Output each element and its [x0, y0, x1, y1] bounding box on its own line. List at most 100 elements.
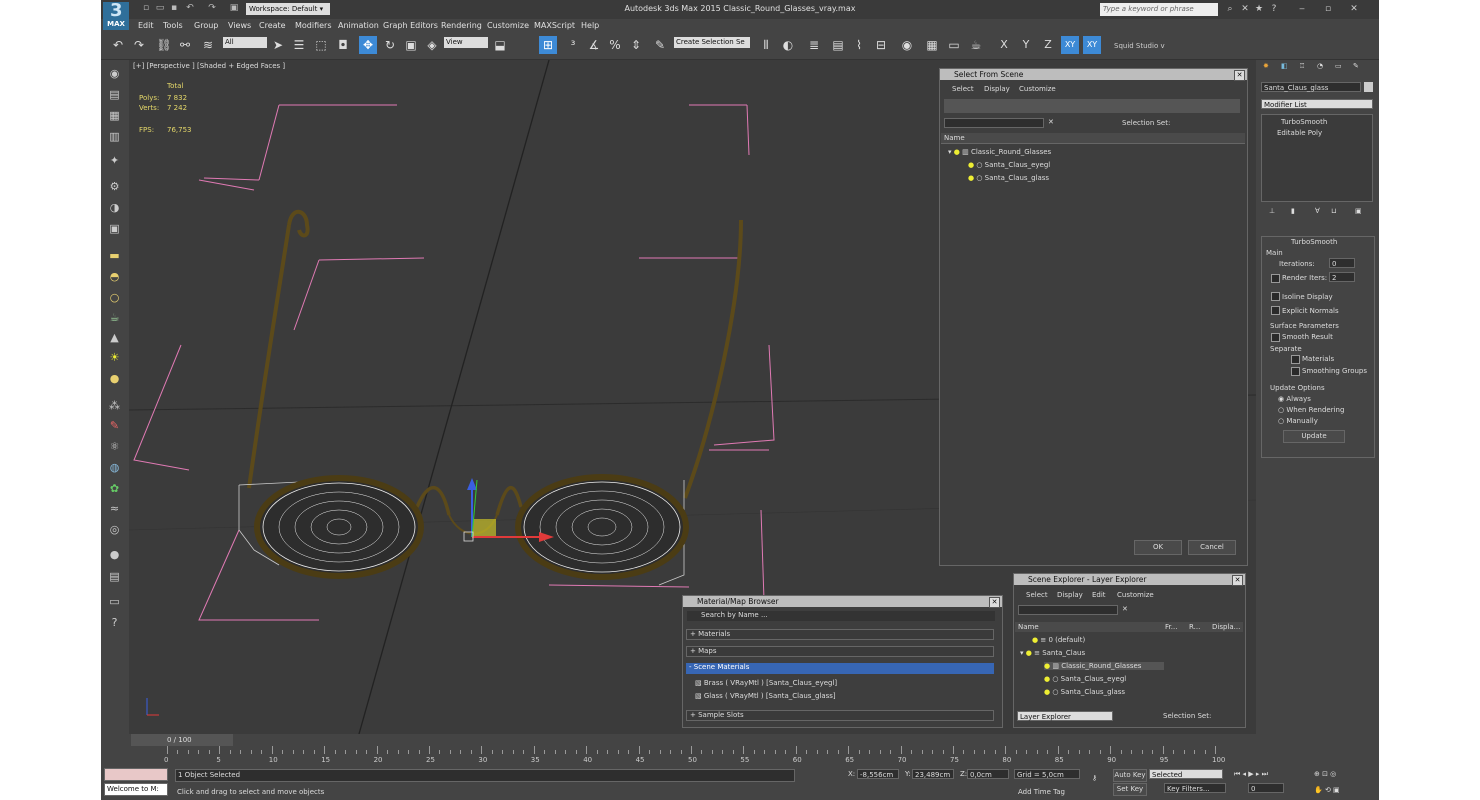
material-item-brass[interactable]: ▧ Brass ( VRayMtl ) [Santa_Claus_eyegl]: [695, 679, 837, 687]
menu-animation[interactable]: Animation: [338, 21, 379, 30]
selection-filter-dropdown[interactable]: All: [223, 37, 267, 48]
plant-icon[interactable]: ✿: [107, 481, 122, 496]
table-icon[interactable]: ▤: [107, 569, 122, 584]
ball-icon[interactable]: ●: [107, 547, 122, 562]
menu-rendering[interactable]: Rendering: [441, 21, 482, 30]
menu-create[interactable]: Create: [259, 21, 286, 30]
layer-explorer-dropdown[interactable]: Layer Explorer: [1017, 711, 1113, 721]
pivot-center-icon[interactable]: ⬓: [491, 36, 509, 54]
shell-icon[interactable]: ◎: [107, 522, 122, 537]
always-radio[interactable]: ◉ Always: [1278, 395, 1311, 403]
render-setup-icon[interactable]: ▦: [923, 36, 941, 54]
mirror-icon[interactable]: ⫴: [757, 36, 775, 54]
modify-tab-icon[interactable]: ◧: [1281, 62, 1288, 70]
explicit-normals-checkbox[interactable]: [1271, 306, 1280, 315]
menu-help[interactable]: Help: [581, 21, 599, 30]
menu-graph-editors[interactable]: Graph Editors: [383, 21, 438, 30]
close-window-icon[interactable]: ✕: [1349, 4, 1359, 14]
teapot-icon[interactable]: ☕: [107, 310, 122, 325]
y-coordinate-field[interactable]: 23,489cm: [912, 769, 954, 779]
object-name-field[interactable]: Santa_Claus_glass: [1261, 82, 1361, 92]
key-mode-dropdown[interactable]: Selected: [1149, 769, 1223, 779]
grid-icon[interactable]: ▥: [107, 129, 122, 144]
list-item[interactable]: ● ○ Santa_Claus_eyegl: [968, 161, 1238, 169]
show-end-result-icon[interactable]: ▮: [1291, 207, 1295, 215]
stack-tools[interactable]: ⊥ ▮ ∀ ⊔ ▣: [1261, 207, 1373, 219]
ok-button[interactable]: OK: [1134, 540, 1182, 555]
maximize-window-icon[interactable]: ▫: [1323, 4, 1333, 14]
table-row[interactable]: ● ≡ 0 (default): [1032, 636, 1085, 644]
se-column-freeze[interactable]: Fr...: [1165, 623, 1177, 631]
smooth-result-checkbox[interactable]: [1271, 333, 1280, 342]
viewport-layout-icon[interactable]: ◉: [107, 66, 122, 81]
menu-modifiers[interactable]: Modifiers: [295, 21, 332, 30]
named-selection-set-dropdown[interactable]: Create Selection Se: [674, 37, 750, 48]
hierarchy-tab-icon[interactable]: ♖: [1299, 62, 1305, 70]
zoom-icon[interactable]: ⊕ ⊡ ◎: [1314, 770, 1336, 778]
sfs-menu-display[interactable]: Display: [984, 85, 1010, 93]
stack-item-turbosmooth[interactable]: TurboSmooth: [1281, 118, 1327, 126]
list-item[interactable]: ● ○ Santa_Claus_glass: [968, 174, 1049, 182]
scene-materials-group[interactable]: - Scene Materials: [686, 663, 994, 674]
help-search-input[interactable]: Type a keyword or phrase: [1100, 3, 1218, 16]
search-icon[interactable]: ⌕: [1225, 4, 1235, 14]
axis-z-button[interactable]: Z: [1039, 36, 1057, 54]
snaps-toggle-icon[interactable]: ³: [564, 36, 582, 54]
pan-icon[interactable]: ✋ ⟲ ▣: [1314, 786, 1340, 794]
menu-maxscript[interactable]: MAXScript: [534, 21, 575, 30]
remove-modifier-icon[interactable]: ⊔: [1331, 207, 1336, 215]
scatter-icon[interactable]: ⁂: [107, 398, 122, 413]
sfs-search-input[interactable]: [944, 118, 1044, 128]
auto-key-button[interactable]: Auto Key: [1113, 769, 1147, 782]
table-row[interactable]: ● ○ Santa_Claus_glass: [1044, 688, 1125, 696]
manually-radio[interactable]: ○ Manually: [1278, 417, 1318, 425]
modifier-list-dropdown[interactable]: Modifier List: [1261, 99, 1373, 109]
cone-icon[interactable]: ▲: [107, 330, 122, 345]
timeline-track[interactable]: 0 5 10 15 20 25 30 35 40 45 50 55 60 65 70 75 80 85 90 95 10…: [161, 746, 1225, 768]
render-iters-spinner[interactable]: 2: [1329, 272, 1355, 282]
create-tab-icon[interactable]: ✸: [1263, 62, 1269, 70]
materials-checkbox[interactable]: [1291, 355, 1300, 364]
sample-slots-group[interactable]: + Sample Slots: [686, 710, 994, 721]
table-row[interactable]: ● ○ Santa_Claus_eyegl: [1044, 675, 1126, 683]
key-icon[interactable]: ⚷: [1092, 774, 1097, 782]
axis-y-button[interactable]: Y: [1017, 36, 1035, 54]
layer-explorer-icon[interactable]: ≣: [805, 36, 823, 54]
select-and-place-icon[interactable]: ◈: [423, 36, 441, 54]
bind-spacewarp-icon[interactable]: ≋: [199, 36, 217, 54]
select-manipulate-icon[interactable]: ⊞: [539, 36, 557, 54]
sfs-name-column[interactable]: Name: [944, 134, 965, 142]
when-rendering-radio[interactable]: ○ When Rendering: [1278, 406, 1344, 414]
redo-icon[interactable]: ↷: [130, 36, 148, 54]
materials-group[interactable]: + Materials: [686, 629, 994, 640]
material-item-glass[interactable]: ▧ Glass ( VRayMtl ) [Santa_Claus_glass]: [695, 692, 836, 700]
helper-icon[interactable]: ◑: [107, 200, 122, 215]
material-search-input[interactable]: Search by Name ...: [687, 611, 995, 621]
squid-studio-label[interactable]: Squid Studio v: [1114, 42, 1165, 50]
menu-customize[interactable]: Customize: [487, 21, 529, 30]
close-icon[interactable]: ✕: [1234, 70, 1245, 81]
edit-named-selection-icon[interactable]: ✎: [651, 36, 669, 54]
menu-views[interactable]: Views: [228, 21, 251, 30]
se-menu-customize[interactable]: Customize: [1117, 591, 1154, 599]
spinner-snap-icon[interactable]: ⇕: [627, 36, 645, 54]
maxscript-listener-pink[interactable]: [104, 768, 168, 781]
percent-snap-icon[interactable]: %: [606, 36, 624, 54]
ribbon-icon[interactable]: ▤: [829, 36, 847, 54]
camera-icon[interactable]: ▤: [107, 87, 122, 102]
z-coordinate-field[interactable]: 0,0cm: [967, 769, 1009, 779]
rollout-title[interactable]: TurboSmooth: [1291, 238, 1337, 246]
smoothing-groups-checkbox[interactable]: [1291, 367, 1300, 376]
select-and-scale-icon[interactable]: ▣: [402, 36, 420, 54]
material-editor-icon[interactable]: ◉: [898, 36, 916, 54]
menu-edit[interactable]: Edit: [138, 21, 154, 30]
utilities-tab-icon[interactable]: ✎: [1353, 62, 1359, 70]
axis-xy-cycle-button[interactable]: XY: [1083, 36, 1101, 54]
paint-icon[interactable]: ✎: [107, 418, 122, 433]
sun-icon[interactable]: ☀: [107, 350, 122, 365]
render-production-icon[interactable]: ☕: [967, 36, 985, 54]
maps-group[interactable]: + Maps: [686, 646, 994, 657]
minimize-window-icon[interactable]: ‒: [1297, 4, 1307, 14]
pin-stack-icon[interactable]: ⊥: [1269, 207, 1275, 215]
list-item[interactable]: ▾ ● ▥ Classic_Round_Glasses: [948, 148, 1051, 156]
